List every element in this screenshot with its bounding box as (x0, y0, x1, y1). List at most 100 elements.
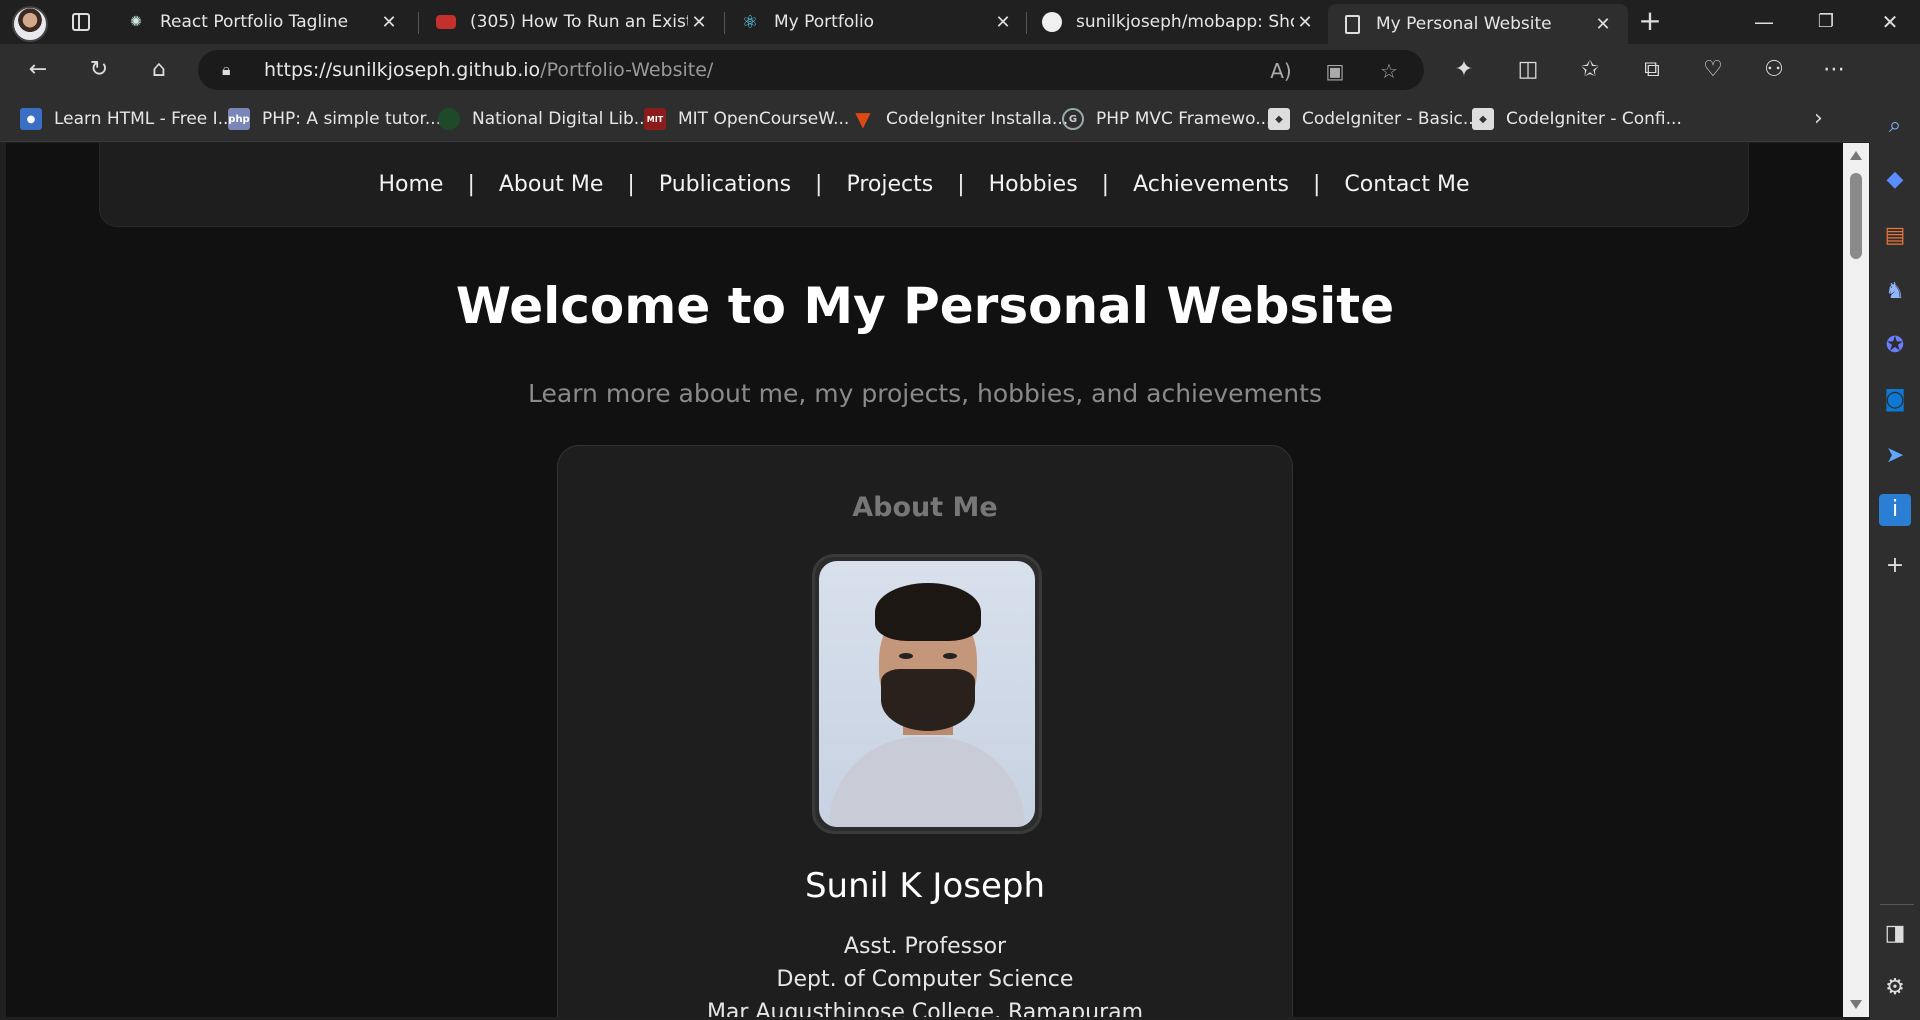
new-tab-button[interactable]: + (1636, 7, 1664, 36)
outlook-icon[interactable]: ◙ (1879, 384, 1911, 416)
nav-separator: | (627, 172, 635, 197)
search-icon[interactable]: ⌕ (1879, 110, 1911, 142)
php-icon: php (228, 108, 250, 130)
tab-my-personal-website[interactable]: My Personal Website ✕ (1328, 4, 1628, 44)
bookmark-php-mvc-framework[interactable]: G PHP MVC Framewo... (1062, 106, 1271, 132)
restore-icon[interactable]: ❐ (1806, 8, 1846, 36)
bookmark-codeigniter-installation[interactable]: ▼ CodeIgniter Installa... (852, 106, 1068, 132)
nav-publications[interactable]: Publications (635, 172, 815, 197)
about-me-heading: About Me (852, 492, 998, 523)
bookmark-national-digital-library[interactable]: National Digital Lib... (438, 106, 650, 132)
nav-home[interactable]: Home (354, 172, 467, 197)
back-icon[interactable]: ← (24, 56, 52, 84)
hide-sidebar-icon[interactable]: ◨ (1879, 918, 1911, 950)
send-icon[interactable]: ➤ (1879, 440, 1911, 472)
profile-institution: Mar Augusthinose College, Ramapuram (706, 1000, 1144, 1017)
tab-label: sunilkjoseph/mobapp: Shopp (1076, 12, 1294, 32)
copilot-icon[interactable]: ✪ (1879, 330, 1911, 362)
profile-name: Sunil K Joseph (804, 866, 1046, 906)
tab-label: React Portfolio Tagline (160, 12, 349, 32)
page-scrollbar[interactable] (1843, 143, 1869, 1017)
react-icon: ⚛ (741, 11, 759, 33)
collections-icon[interactable]: ⧉ (1638, 56, 1666, 84)
nav-separator: | (467, 172, 475, 197)
profile-avatar[interactable] (12, 6, 48, 42)
sidebar-divider (1880, 904, 1914, 905)
bookmark-label: MIT OpenCourseW... (678, 109, 850, 129)
settings-gear-icon[interactable]: ⚙ (1879, 972, 1911, 1004)
info-icon[interactable]: i (1879, 494, 1911, 526)
split-screen-icon[interactable]: ◫ (1514, 56, 1542, 84)
window-close-icon[interactable]: ✕ (1870, 8, 1910, 36)
browser-toolbar: ← ↻ ⌂ 🔒︎ https://sunilkjoseph.github.io/… (0, 44, 1920, 96)
address-bar[interactable]: 🔒︎ https://sunilkjoseph.github.io/Portfo… (198, 50, 1424, 90)
nav-hobbies[interactable]: Hobbies (965, 172, 1102, 197)
tab-my-portfolio[interactable]: ⚛ My Portfolio ✕ (726, 4, 1028, 40)
learnhtml-icon: ● (20, 108, 42, 130)
bookmark-label: CodeIgniter - Basic... (1302, 109, 1480, 129)
tutorialspoint-icon: ◆ (1268, 108, 1290, 130)
profile-photo (812, 554, 1042, 834)
page-viewport: Home | About Me | Publications | Project… (6, 143, 1844, 1017)
nav-achievements[interactable]: Achievements (1109, 172, 1313, 197)
url-path: /Portfolio-Website/ (540, 59, 714, 81)
mit-ocw-icon: MIT (644, 108, 666, 130)
extensions-icon[interactable]: ✦ (1450, 56, 1478, 84)
scroll-up-icon[interactable] (1850, 151, 1862, 160)
scrollbar-thumb[interactable] (1850, 173, 1862, 259)
minimize-icon[interactable]: — (1744, 8, 1784, 36)
page-subtitle: Learn more about me, my projects, hobbie… (528, 379, 1322, 408)
favorite-star-icon[interactable]: ☆ (1376, 58, 1402, 84)
tab-react-portfolio-tagline[interactable]: ✺ React Portfolio Tagline ✕ (112, 4, 414, 40)
codeigniter-icon: ▼ (855, 107, 871, 131)
ndl-icon (438, 108, 460, 130)
scroll-down-icon[interactable] (1850, 1000, 1862, 1009)
close-icon[interactable]: ✕ (378, 12, 400, 33)
nav-about-me[interactable]: About Me (475, 172, 628, 197)
add-icon[interactable]: + (1879, 550, 1911, 582)
games-icon[interactable]: ♞ (1879, 276, 1911, 308)
chatgpt-icon: ✺ (130, 14, 142, 30)
tutorialspoint-icon: ◆ (1472, 108, 1494, 130)
tab-actions-icon[interactable] (70, 11, 92, 33)
page-icon (1342, 14, 1362, 34)
bookmark-php-tutorial[interactable]: php PHP: A simple tutor... (228, 106, 441, 132)
nav-contact-me[interactable]: Contact Me (1320, 172, 1493, 197)
nav-projects[interactable]: Projects (822, 172, 957, 197)
youtube-icon (436, 12, 456, 32)
nav-separator: | (815, 172, 823, 197)
refresh-icon[interactable]: ↻ (85, 56, 113, 84)
url-text[interactable]: https://sunilkjoseph.github.io/Portfolio… (264, 59, 713, 81)
bookmark-codeigniter-config[interactable]: ◆ CodeIgniter - Confi... (1472, 106, 1682, 132)
tools-icon[interactable]: ▤ (1879, 220, 1911, 252)
tab-label: (305) How To Run an Existing (470, 12, 688, 32)
shopping-tag-icon[interactable]: ◆ (1879, 164, 1911, 196)
more-options-icon[interactable]: ⋯ (1820, 56, 1848, 84)
close-icon[interactable]: ✕ (992, 12, 1014, 33)
read-aloud-icon[interactable]: A) (1268, 58, 1294, 84)
bookmarks-bar: ● Learn HTML - Free I... php PHP: A simp… (0, 96, 1870, 142)
chevron-right-icon[interactable]: › (1814, 106, 1823, 131)
tab-label: My Portfolio (774, 12, 875, 32)
workspaces-icon[interactable]: ⚇ (1760, 56, 1788, 84)
close-icon[interactable]: ✕ (1294, 12, 1316, 33)
tab-youtube-video[interactable]: (305) How To Run an Existing ✕ (422, 4, 724, 40)
bookmark-learn-html[interactable]: ● Learn HTML - Free I... (20, 106, 234, 132)
bookmark-label: CodeIgniter Installa... (886, 109, 1069, 129)
bookmark-mit-ocw[interactable]: MIT MIT OpenCourseW... (644, 106, 849, 132)
close-icon[interactable]: ✕ (1592, 14, 1614, 35)
close-icon[interactable]: ✕ (688, 12, 710, 33)
lock-icon[interactable]: 🔒︎ (222, 60, 242, 80)
immersive-reader-icon[interactable]: ▣ (1322, 58, 1348, 84)
bookmark-codeigniter-basic[interactable]: ◆ CodeIgniter - Basic... (1268, 106, 1479, 132)
browser-essentials-icon[interactable]: ♡ (1699, 56, 1727, 84)
favorites-icon[interactable]: ✩ (1576, 56, 1604, 84)
tab-divider (724, 12, 725, 34)
home-icon[interactable]: ⌂ (145, 56, 173, 84)
tab-github-mobapp[interactable]: sunilkjoseph/mobapp: Shopp ✕ (1028, 4, 1330, 40)
profile-role: Asst. Professor (843, 934, 1007, 959)
tab-divider (1026, 12, 1027, 34)
tab-divider (418, 12, 419, 34)
about-me-card: About Me Sunil K Joseph Asst. Professor … (557, 445, 1293, 1017)
bookmark-label: CodeIgniter - Confi... (1506, 109, 1682, 129)
